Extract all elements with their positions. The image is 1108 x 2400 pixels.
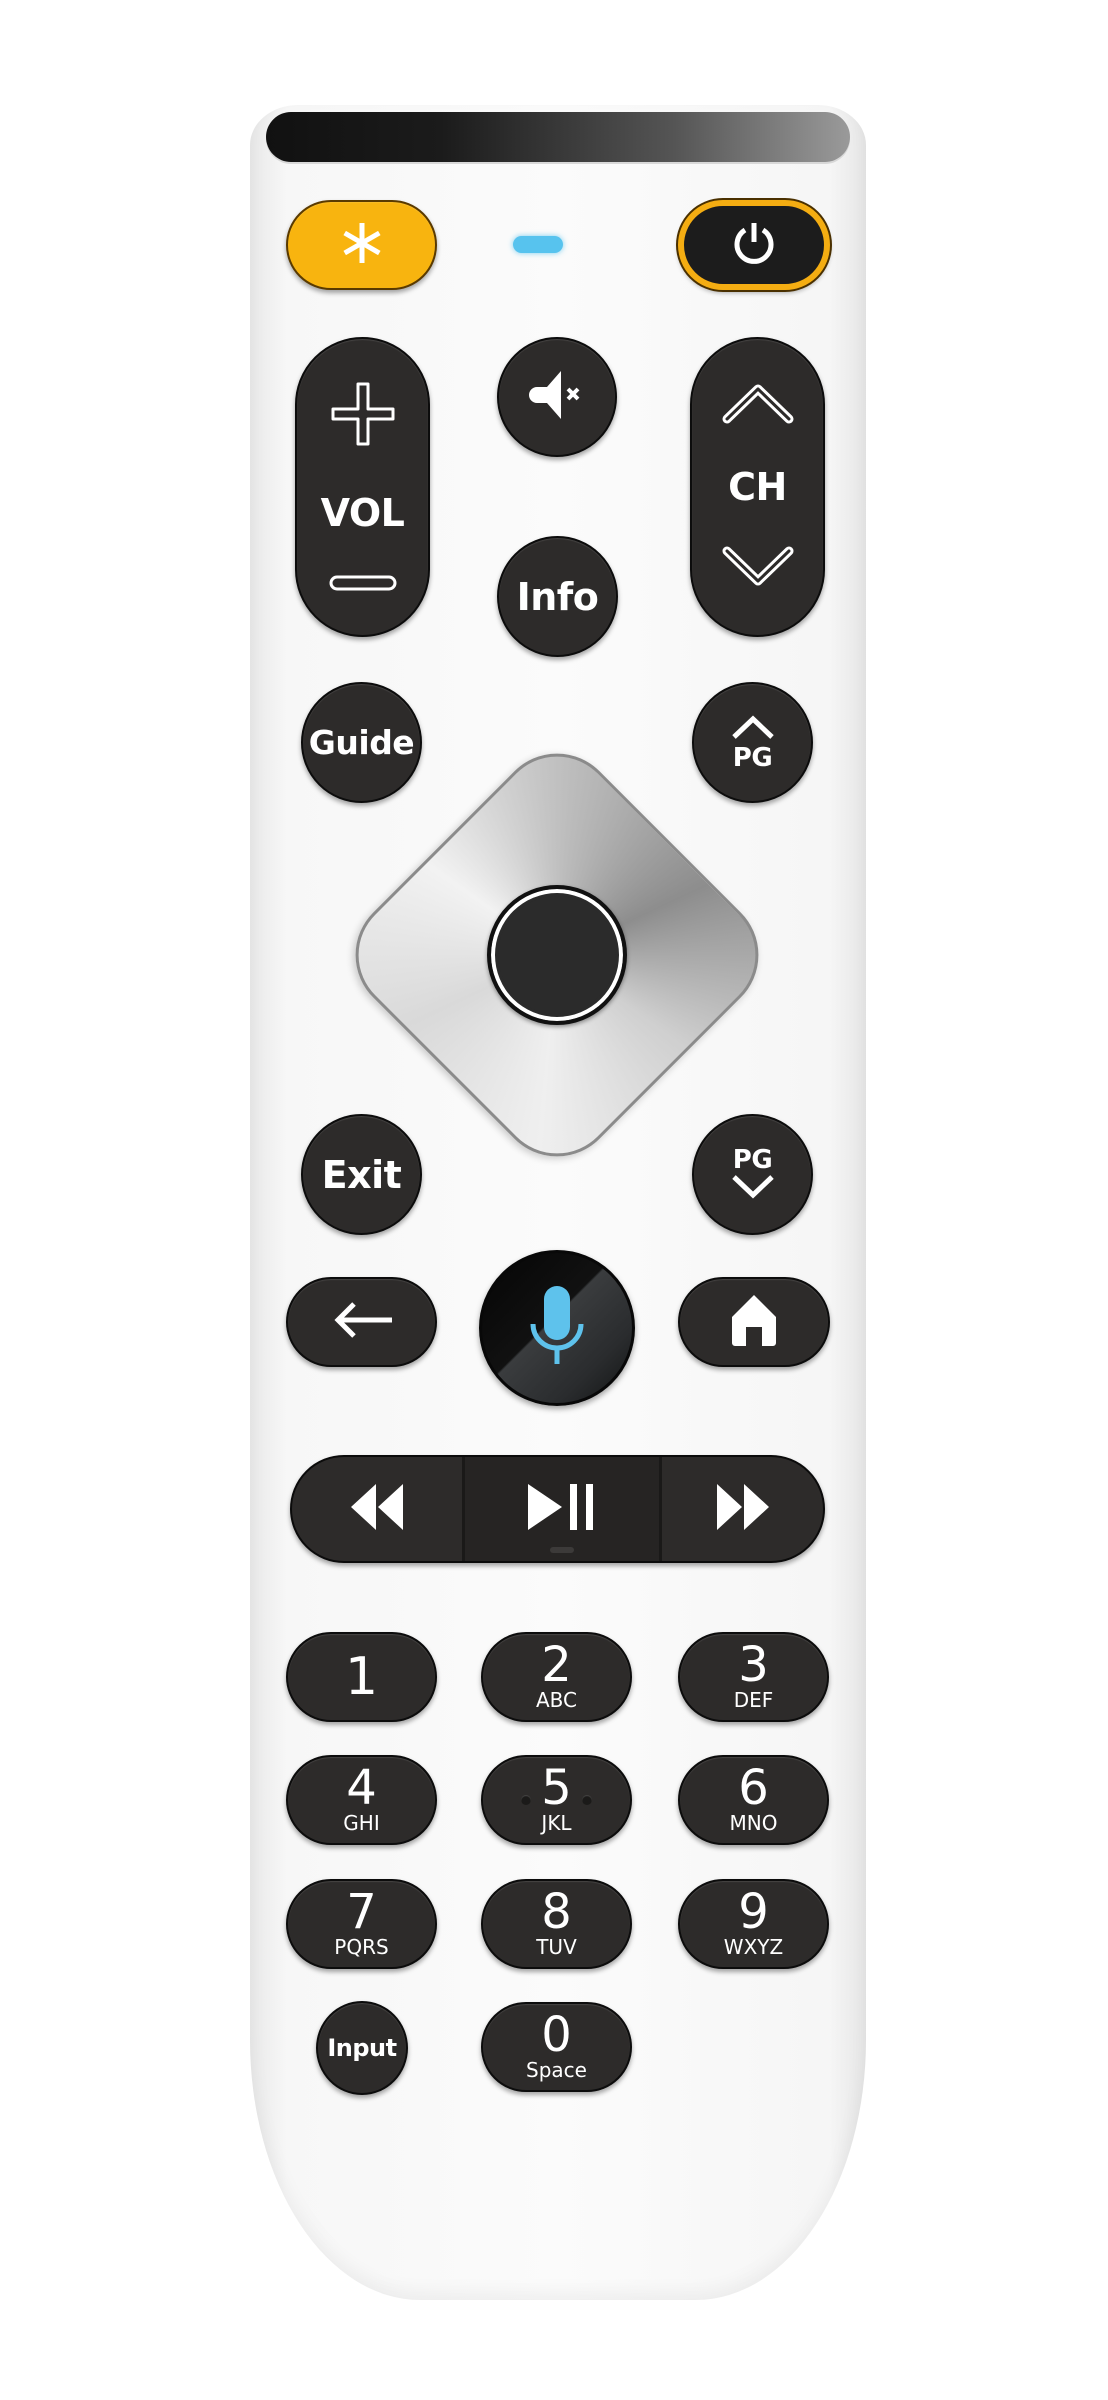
play-pause-button[interactable]	[462, 1457, 662, 1561]
key-letters: JKL	[541, 1810, 572, 1835]
page-down-label: PG	[732, 1144, 773, 1175]
key-8[interactable]: 8 TUV	[481, 1879, 632, 1969]
key-letters: GHI	[343, 1810, 380, 1835]
microphone-icon	[525, 1284, 589, 1372]
power-icon	[731, 220, 777, 270]
key-digit: 6	[738, 1760, 769, 1817]
exit-button[interactable]: Exit	[301, 1114, 422, 1235]
minus-icon[interactable]	[328, 573, 398, 597]
dpad	[330, 728, 784, 1182]
key-0[interactable]: 0 Space	[481, 2002, 632, 2092]
volume-rocker: VOL	[295, 337, 430, 637]
key-digit: 9	[738, 1884, 769, 1941]
chevron-down-icon	[730, 1173, 776, 1203]
key-letters: MNO	[729, 1810, 778, 1835]
rewind-icon	[349, 1482, 405, 1536]
key-letters: Space	[526, 2057, 587, 2082]
ir-window	[266, 112, 850, 162]
play-pause-icon	[526, 1482, 598, 1536]
key-4[interactable]: 4 GHI	[286, 1755, 437, 1845]
key-letters: ABC	[535, 1687, 577, 1712]
key-digit: 0	[541, 2007, 572, 2064]
chevron-up-icon[interactable]	[721, 381, 795, 431]
key-letters: TUV	[536, 1934, 577, 1959]
back-button[interactable]	[286, 1277, 437, 1367]
key-1[interactable]: 1	[286, 1632, 437, 1722]
key-3[interactable]: 3 DEF	[678, 1632, 829, 1722]
tactile-nub	[550, 1547, 574, 1553]
key-digit: 8	[541, 1884, 572, 1941]
media-controls	[290, 1455, 825, 1563]
volume-label: VOL	[320, 491, 405, 535]
arrow-left-icon	[330, 1300, 394, 1344]
fast-forward-icon	[715, 1482, 771, 1536]
star-button[interactable]	[286, 200, 437, 290]
fast-forward-button[interactable]	[662, 1457, 823, 1561]
key-9[interactable]: 9 WXYZ	[678, 1879, 829, 1969]
ok-button[interactable]	[487, 885, 627, 1025]
key-7[interactable]: 7 PQRS	[286, 1879, 437, 1969]
mute-button[interactable]	[497, 337, 617, 457]
key-letters: WXYZ	[723, 1934, 784, 1959]
key-digit: 1	[344, 1646, 379, 1707]
key-letters: DEF	[733, 1687, 774, 1712]
key-6[interactable]: 6 MNO	[678, 1755, 829, 1845]
page-down-button[interactable]: PG	[692, 1114, 813, 1235]
key-letters: PQRS	[334, 1934, 389, 1959]
plus-icon[interactable]	[328, 379, 398, 453]
channel-label: CH	[728, 465, 787, 509]
key-5[interactable]: 5 JKL	[481, 1755, 632, 1845]
key-digit: 4	[346, 1760, 377, 1817]
tactile-dot	[582, 1795, 592, 1805]
home-icon	[730, 1293, 778, 1351]
key-digit: 5	[541, 1760, 572, 1817]
input-label: Input	[327, 2034, 397, 2062]
info-label: Info	[516, 574, 599, 619]
channel-rocker: CH	[690, 337, 825, 637]
mute-icon	[527, 365, 587, 429]
chevron-down-icon[interactable]	[721, 543, 795, 593]
exit-label: Exit	[321, 1152, 402, 1197]
status-led	[513, 236, 563, 253]
key-digit: 3	[738, 1637, 769, 1694]
home-button[interactable]	[678, 1277, 830, 1367]
rewind-button[interactable]	[292, 1457, 462, 1561]
key-digit: 2	[541, 1637, 572, 1694]
asterisk-icon	[340, 221, 384, 269]
tactile-dot	[521, 1795, 531, 1805]
info-button[interactable]: Info	[497, 536, 618, 657]
voice-button[interactable]	[479, 1250, 635, 1406]
key-2[interactable]: 2 ABC	[481, 1632, 632, 1722]
input-button[interactable]: Input	[316, 2001, 408, 2095]
key-digit: 7	[346, 1884, 377, 1941]
power-button[interactable]	[678, 200, 830, 290]
